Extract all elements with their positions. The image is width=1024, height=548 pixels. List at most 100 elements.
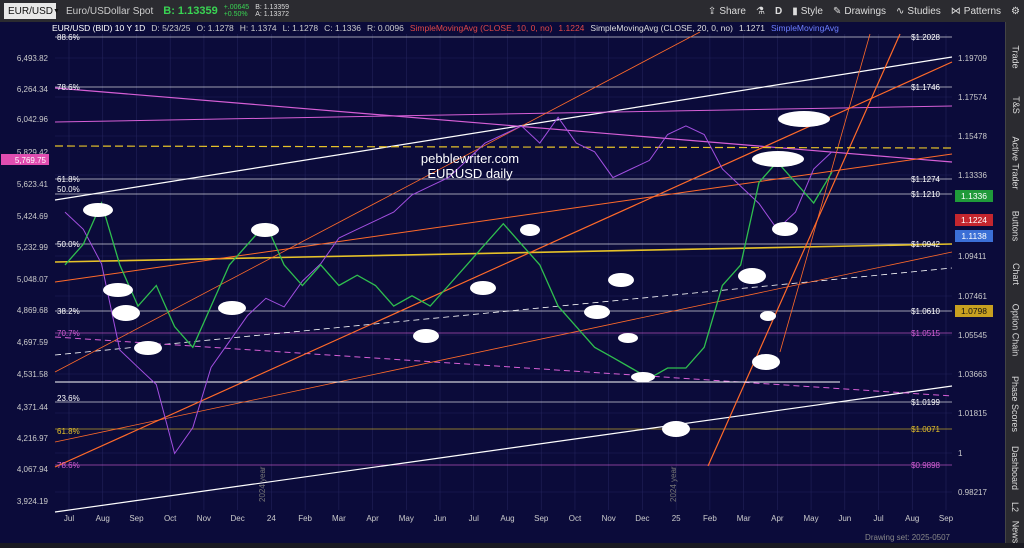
x-tick-label: Mar [737,514,751,523]
side-tab-label: Dashboard [1010,445,1021,491]
patterns-button[interactable]: ⋈ Patterns [951,6,1001,17]
x-tick-label: Nov [197,514,211,523]
fib-left-label: 61.8% [57,175,80,184]
side-tab-t-s[interactable]: T&S [1006,84,1024,125]
timeframe-button[interactable]: D [775,6,782,17]
price-badge-label: 1.1224 [961,215,987,225]
x-tick-label: Dec [635,514,649,523]
highlight-ellipse [631,372,655,382]
highlight-ellipse [752,354,780,370]
flask-icon: ⚗ [756,5,765,17]
side-tab-option-chain[interactable]: Option Chain [1006,296,1024,364]
side-tab-label: Trade [1010,45,1021,69]
flask-button[interactable]: ⚗ [756,6,765,17]
side-tab-l2[interactable]: L2 [1006,492,1024,522]
side-tab-label: Buttons [1010,210,1021,242]
sma20-value: 1.1271 [738,23,765,33]
sma-more-label[interactable]: SimpleMovingAvg [771,23,839,34]
settings-button[interactable]: ⚙ [1011,6,1020,17]
share-icon: ⇪ [707,5,717,17]
side-tab-dashboard[interactable]: Dashboard [1006,444,1024,492]
sma10-value: 1.1224 [558,23,585,33]
fib-left-label: 61.8% [57,427,80,436]
fib-right-label: $1.0942 [911,240,940,249]
bid-price: B: 1.13359 [163,5,218,17]
left-tick-label: 5,048.07 [17,275,49,284]
right-tick-label: 1.15478 [958,132,987,141]
fib-right-label: $1.1274 [911,175,940,184]
highlight-ellipse [520,224,540,236]
chart-title: EUR/USD (BID) 10 Y 1D [52,23,146,33]
gear-icon: ⚙ [1011,5,1020,17]
x-tick-label: Feb [703,514,717,523]
left-tick-label: 4,067.94 [17,465,49,474]
highlight-ellipse [608,273,634,287]
highlight-ellipse [772,222,798,236]
right-tick-label: 1.05545 [958,331,987,340]
side-tab-buttons[interactable]: Buttons [1006,200,1024,252]
right-tick-label: 1.09411 [958,252,987,261]
highlight-ellipse [778,111,830,127]
side-tab-label: News [1010,520,1021,544]
x-tick-label: Jul [873,514,883,523]
info-low: L: 1.1278 [282,23,319,33]
side-tab-chart[interactable]: Chart [1006,252,1024,296]
ask-value: A: 1.13372 [255,11,290,18]
symbol-field[interactable]: EUR/USD ▼ [4,3,60,19]
fib-right-label: $0.9898 [911,461,940,470]
side-tab-label: Phase Scores [1010,375,1021,433]
fib-right-label: $1.0199 [911,398,940,407]
highlight-ellipse [752,151,804,167]
x-tick-label: Sep [939,514,954,523]
sma10-label[interactable]: SimpleMovingAvg (CLOSE, 10, 0, no) [410,23,553,34]
highlight-ellipse [413,329,439,343]
x-tick-label: Oct [569,514,582,523]
top-toolbar: EUR/USD ▼ Euro/USDollar Spot B: 1.13359 +… [0,0,1024,23]
x-tick-label: May [804,514,819,523]
watermark-site: pebblewriter.com [421,151,519,166]
side-tab-trade[interactable]: Trade [1006,30,1024,84]
x-tick-label: Nov [602,514,616,523]
patterns-icon: ⋈ [950,5,961,17]
left-tick-label: 4,697.59 [17,338,49,347]
left-tick-label: 4,216.97 [17,434,49,443]
studies-button[interactable]: ∿ Studies [896,6,941,17]
fib-right-label: $1.1210 [911,190,940,199]
right-tick-label: 1.03663 [958,370,987,379]
symbol-description: Euro/USDollar Spot [66,5,154,17]
right-tick-label: 1.19709 [958,54,987,63]
x-tick-label: Sep [534,514,549,523]
price-badge-label: 1.0798 [961,306,987,316]
chart-area[interactable]: Jul Aug Sep Oct Nov Dec 24 Feb Mar Apr May Jun Jul Au… [0,22,1005,543]
drawings-button[interactable]: ✎ Drawings [833,6,886,17]
left-tick-label: 3,924.19 [17,497,49,506]
highlight-ellipse [618,333,638,343]
x-tick-label: Jul [64,514,74,523]
side-tab-label: Option Chain [1010,303,1021,357]
style-button[interactable]: ▮ Style [792,6,823,17]
watermark-pair: EURUSD daily [427,166,513,181]
side-tab-phase-scores[interactable]: Phase Scores [1006,364,1024,444]
share-button[interactable]: ⇪ Share [708,6,746,17]
x-tick-label: Apr [366,514,379,523]
change-box: +.00645 +0.50% [224,4,250,18]
right-tick-label: 0.98217 [958,488,987,497]
highlight-ellipse [83,203,113,217]
side-tab-label: L2 [1010,501,1021,513]
x-tick-label: 25 [672,514,681,523]
sma20-label[interactable]: SimpleMovingAvg (CLOSE, 20, 0, no) [590,23,733,34]
chart-svg[interactable]: Jul Aug Sep Oct Nov Dec 24 Feb Mar Apr May Jun Jul Au… [0,22,1005,543]
x-tick-label: Apr [771,514,784,523]
left-tick-label: 5,232.99 [17,243,49,252]
highlight-ellipse [738,268,766,284]
style-label: Style [800,5,823,17]
fib-right-label: $1.2028 [911,33,940,42]
chevron-down-icon: ▼ [53,7,60,15]
timeframe-label: D [774,5,783,17]
pencil-icon: ✎ [832,5,842,17]
x-tick-label: Jul [469,514,479,523]
side-tab-label: Active Trader [1010,135,1021,190]
side-tab-news[interactable]: News [1006,520,1024,544]
highlight-ellipse [251,223,279,237]
side-tab-active-trader[interactable]: Active Trader [1006,125,1024,200]
